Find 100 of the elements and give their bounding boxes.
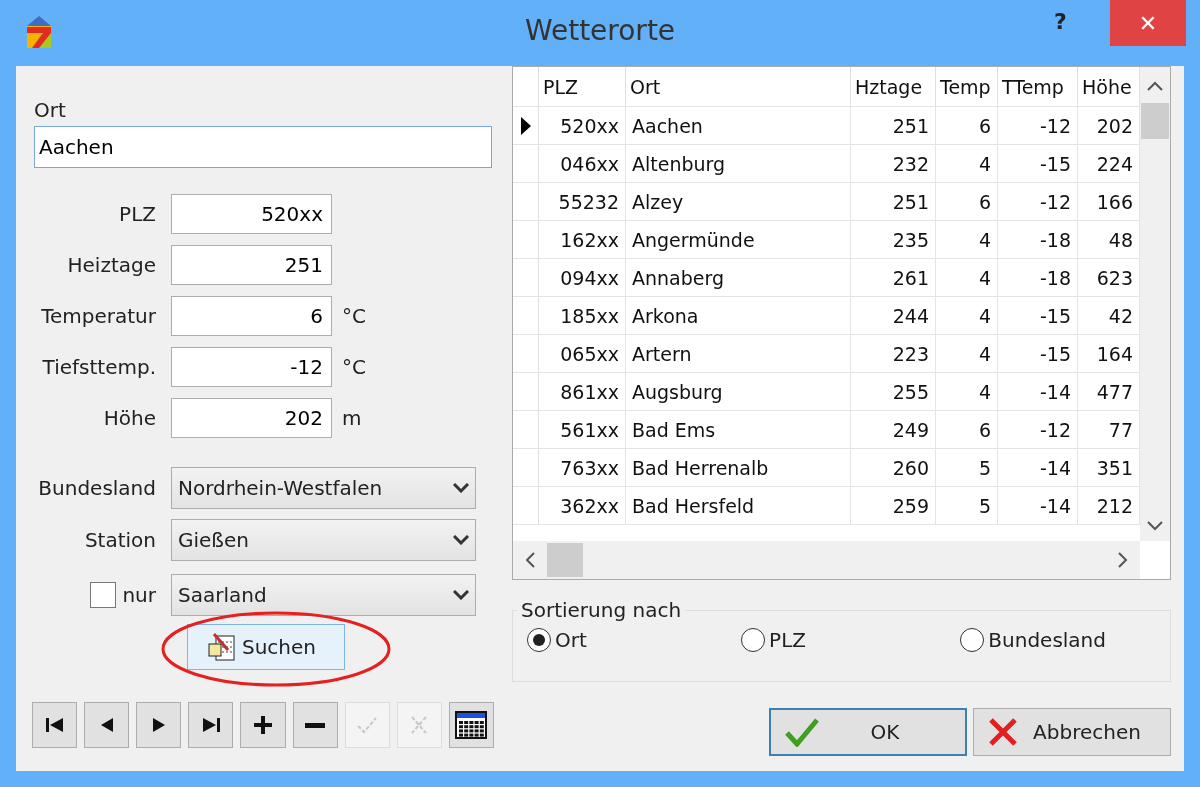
input-field[interactable]: 251 <box>171 245 332 285</box>
input-field[interactable]: 520xx <box>171 194 332 234</box>
scrollbar-thumb[interactable] <box>547 543 583 577</box>
radio-option[interactable]: Bundesland <box>960 628 1106 652</box>
table-cell: 249 <box>851 411 936 448</box>
radio-circle[interactable] <box>527 628 551 652</box>
field-label: nur <box>122 583 156 607</box>
chevron-down-icon <box>453 535 469 545</box>
cancel-button[interactable]: Abbrechen <box>973 708 1171 756</box>
column-header[interactable]: Temp <box>936 67 998 106</box>
scroll-up-icon[interactable] <box>1147 81 1163 91</box>
table-cell: 5 <box>936 449 998 486</box>
horizontal-scrollbar[interactable] <box>513 541 1140 579</box>
toolbar-button[interactable] <box>240 702 286 748</box>
chevron-down-icon <box>453 483 469 493</box>
scrollbar-thumb[interactable] <box>1141 103 1169 139</box>
table-cell: 5 <box>936 487 998 524</box>
column-header[interactable]: Hztage <box>851 67 936 106</box>
radio-circle[interactable] <box>960 628 985 652</box>
input-field[interactable]: 6 <box>171 296 332 336</box>
table-cell: 235 <box>851 221 936 258</box>
radio-option[interactable]: Ort <box>527 628 587 652</box>
table-cell: 520xx <box>539 107 626 144</box>
table-cell: -15 <box>998 335 1078 372</box>
table-cell: 244 <box>851 297 936 334</box>
table-cell: 6 <box>936 183 998 220</box>
table-cell: 763xx <box>539 449 626 486</box>
vertical-scrollbar[interactable] <box>1140 67 1170 541</box>
check-icon <box>785 717 819 747</box>
dropdown[interactable]: Gießen <box>171 519 476 561</box>
input-field[interactable]: Aachen <box>34 126 492 168</box>
table-cell: Angermünde <box>626 221 851 258</box>
toolbar-button[interactable] <box>188 702 234 748</box>
table-cell: 4 <box>936 259 998 296</box>
table-cell: -12 <box>998 183 1078 220</box>
first-record-icon <box>44 717 65 733</box>
table-cell: -15 <box>998 297 1078 334</box>
field-label: Tiefsttemp. <box>41 355 157 379</box>
column-header[interactable]: TTemp <box>998 67 1078 106</box>
minus-icon <box>305 722 326 728</box>
unit-label: °C <box>342 355 366 379</box>
input-field[interactable]: -12 <box>171 347 332 387</box>
table-icon <box>455 711 488 739</box>
input-field[interactable]: 202 <box>171 398 332 438</box>
table-cell: 065xx <box>539 335 626 372</box>
table-cell: -18 <box>998 221 1078 258</box>
previous-icon <box>99 717 114 733</box>
group-title: Sortierung nach <box>520 598 683 622</box>
table-cell: 223 <box>851 335 936 372</box>
checkbox[interactable] <box>90 582 117 608</box>
toolbar-button[interactable] <box>136 702 182 748</box>
table-cell: 4 <box>936 145 998 182</box>
field-label: Station <box>84 528 156 552</box>
table-cell: 260 <box>851 449 936 486</box>
table-cell: 162xx <box>539 221 626 258</box>
table-cell: 259 <box>851 487 936 524</box>
radio-circle[interactable] <box>741 628 766 652</box>
table-cell: Alzey <box>626 183 851 220</box>
unit-label: m <box>342 406 362 430</box>
check-icon <box>356 716 379 734</box>
table-cell: 255 <box>851 373 936 410</box>
close-button[interactable]: ✕ <box>1110 0 1186 46</box>
scroll-left-icon[interactable] <box>525 552 535 568</box>
table-cell: 251 <box>851 183 936 220</box>
toolbar-button[interactable] <box>32 702 78 748</box>
scroll-right-icon[interactable] <box>1118 552 1128 568</box>
table-cell: Bad Ems <box>626 411 851 448</box>
dropdown[interactable]: Saarland <box>171 574 476 616</box>
field-label: Bundesland <box>38 476 156 500</box>
table-cell: 261 <box>851 259 936 296</box>
toolbar-button[interactable] <box>448 702 494 748</box>
table-cell: 046xx <box>539 145 626 182</box>
toolbar-button[interactable] <box>84 702 130 748</box>
table-cell: Artern <box>626 335 851 372</box>
table-cell: Altenburg <box>626 145 851 182</box>
window-title: Wetterorte <box>523 14 677 47</box>
help-button[interactable]: ? <box>1048 8 1073 35</box>
table-cell: -14 <box>998 487 1078 524</box>
table-cell: -18 <box>998 259 1078 296</box>
ok-button[interactable]: OK <box>769 708 967 756</box>
table-cell: Bad Herrenalb <box>626 449 851 486</box>
toolbar-button[interactable] <box>292 702 338 748</box>
column-header[interactable]: PLZ <box>539 67 626 106</box>
search-button[interactable]: Suchen <box>187 624 345 670</box>
table-cell: 4 <box>936 373 998 410</box>
field-label: Höhe <box>102 406 157 430</box>
radio-option[interactable]: PLZ <box>741 628 806 652</box>
table-cell: 861xx <box>539 373 626 410</box>
table-cell: Annaberg <box>626 259 851 296</box>
next-icon <box>151 717 166 733</box>
last-record-icon <box>200 717 221 733</box>
scroll-down-icon[interactable] <box>1147 521 1163 531</box>
field-label: Temperatur <box>40 304 157 328</box>
table-cell: 561xx <box>539 411 626 448</box>
table-cell: -14 <box>998 373 1078 410</box>
dropdown[interactable]: Nordrhein-Westfalen <box>171 467 476 509</box>
table-cell: -14 <box>998 449 1078 486</box>
column-header[interactable]: Ort <box>626 67 851 106</box>
table-cell: Bad Hersfeld <box>626 487 851 524</box>
table-cell: -12 <box>998 107 1078 144</box>
